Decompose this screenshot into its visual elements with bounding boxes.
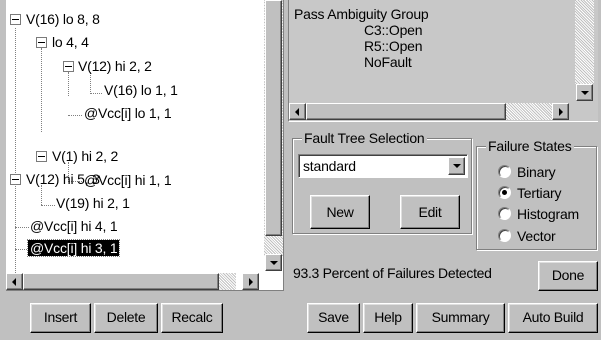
tree-node[interactable]: @Vcc[i] lo 1, 1 bbox=[84, 103, 172, 123]
tree-node-label: V(16) lo 1, 1 bbox=[104, 82, 178, 98]
tree-node-label: V(12) hi 2, 2 bbox=[78, 58, 152, 74]
radio-label: Histogram bbox=[517, 206, 579, 222]
tree-connector bbox=[68, 72, 69, 96]
collapse-icon[interactable] bbox=[36, 37, 47, 48]
tree-connector bbox=[90, 93, 102, 94]
tree-connector bbox=[41, 48, 42, 132]
collapse-icon[interactable] bbox=[63, 61, 74, 72]
scroll-right-button[interactable] bbox=[552, 103, 569, 120]
scroll-left-button[interactable] bbox=[6, 273, 23, 290]
tree-node[interactable]: V(12) hi 2, 2 bbox=[78, 56, 152, 76]
fault-tree-view[interactable]: V(16) lo 8, 8 lo 4, 4 V(12) hi 2, 2 V(16… bbox=[6, 0, 284, 291]
tree-node-selected[interactable]: @Vcc[i] hi 3, 1 bbox=[26, 238, 121, 258]
tree-connector bbox=[15, 28, 16, 279]
radio-button[interactable] bbox=[498, 165, 511, 178]
tree-connector bbox=[15, 249, 29, 250]
collapse-icon[interactable] bbox=[36, 151, 47, 162]
scroll-down-button[interactable] bbox=[265, 254, 282, 271]
chevron-down-icon bbox=[581, 91, 589, 95]
pass-ambiguity-list[interactable]: Pass Ambiguity Group C3::Open R5::Open N… bbox=[288, 0, 598, 122]
tree-hscroll-thumb[interactable] bbox=[23, 273, 219, 290]
collapse-icon[interactable] bbox=[10, 174, 21, 185]
tree-node[interactable]: V(12) hi 5, 3 bbox=[26, 169, 100, 189]
radio-label: Tertiary bbox=[517, 185, 562, 201]
done-button[interactable]: Done bbox=[538, 261, 598, 291]
auto-build-button[interactable]: Auto Build bbox=[508, 303, 598, 333]
dropdown-button[interactable] bbox=[448, 157, 465, 175]
chevron-left-icon bbox=[295, 108, 299, 116]
tree-node-label: @Vcc[i] lo 1, 1 bbox=[84, 105, 172, 121]
tree-node[interactable]: V(19) hi 2, 1 bbox=[56, 193, 130, 213]
pass-group-heading: Pass Ambiguity Group bbox=[294, 6, 429, 22]
radio-button[interactable] bbox=[498, 229, 511, 242]
chevron-right-icon bbox=[559, 108, 563, 116]
tree-node-label: V(16) lo 8, 8 bbox=[26, 11, 100, 27]
tree-node[interactable]: V(16) lo 8, 8 bbox=[26, 9, 100, 29]
scroll-down-button[interactable] bbox=[576, 84, 593, 101]
delete-button[interactable]: Delete bbox=[94, 303, 158, 333]
radio-button[interactable] bbox=[498, 207, 511, 220]
detection-status-text: 93.3 Percent of Failures Detected bbox=[293, 265, 492, 281]
scroll-right-button[interactable] bbox=[242, 273, 259, 290]
tree-node[interactable]: lo 4, 4 bbox=[52, 32, 89, 52]
tree-node-label: V(19) hi 2, 1 bbox=[56, 195, 130, 211]
save-button[interactable]: Save bbox=[307, 303, 360, 333]
help-button[interactable]: Help bbox=[363, 303, 413, 333]
radio-label: Vector bbox=[517, 228, 556, 244]
pass-hscroll-thumb[interactable] bbox=[306, 103, 506, 120]
tree-node-label: lo 4, 4 bbox=[52, 34, 89, 50]
tree-connector bbox=[15, 227, 29, 228]
insert-button[interactable]: Insert bbox=[30, 303, 91, 333]
tree-connector bbox=[68, 115, 82, 116]
pass-group-item: NoFault bbox=[364, 54, 412, 70]
new-button[interactable]: New bbox=[310, 195, 370, 229]
chevron-right-icon bbox=[249, 278, 253, 286]
tree-node-label: V(12) hi 5, 3 bbox=[26, 171, 100, 187]
edit-button[interactable]: Edit bbox=[400, 195, 460, 229]
pass-group-item: R5::Open bbox=[364, 38, 423, 54]
collapse-icon[interactable] bbox=[10, 14, 21, 25]
failure-states-legend: Failure States bbox=[486, 138, 574, 154]
pass-vertical-scrollbar[interactable] bbox=[575, 0, 594, 84]
tree-node-label: @Vcc[i] hi 4, 1 bbox=[30, 218, 118, 234]
tree-node[interactable]: V(1) hi 2, 2 bbox=[52, 146, 118, 166]
tree-scroll-thumb[interactable] bbox=[265, 0, 282, 236]
radio-button-checked[interactable] bbox=[498, 186, 511, 199]
tree-node-label: @Vcc[i] hi 3, 1 bbox=[26, 239, 121, 257]
tree-connector bbox=[41, 205, 55, 206]
pass-group-item: C3::Open bbox=[364, 22, 423, 38]
radio-label: Binary bbox=[517, 164, 556, 180]
fault-tree-selection-legend: Fault Tree Selection bbox=[302, 130, 427, 146]
chevron-down-icon bbox=[270, 261, 278, 265]
chevron-down-icon bbox=[453, 164, 461, 168]
scroll-left-button[interactable] bbox=[289, 103, 306, 120]
tree-node[interactable]: V(16) lo 1, 1 bbox=[104, 80, 178, 100]
pass-horizontal-scrollbar[interactable] bbox=[506, 103, 552, 120]
summary-button[interactable]: Summary bbox=[416, 303, 505, 333]
recalc-button[interactable]: Recalc bbox=[161, 303, 223, 333]
tree-node-label: V(1) hi 2, 2 bbox=[52, 148, 119, 164]
tree-node[interactable]: @Vcc[i] hi 4, 1 bbox=[30, 216, 118, 236]
fault-tree-combobox[interactable]: standard bbox=[298, 154, 468, 178]
chevron-left-icon bbox=[12, 278, 16, 286]
fault-tree-selected-value: standard bbox=[303, 158, 356, 174]
